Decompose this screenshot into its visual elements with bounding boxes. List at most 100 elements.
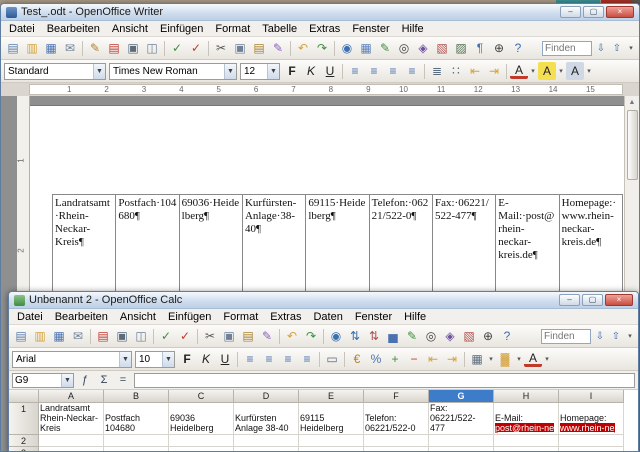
new-document-icon[interactable]: ▤ <box>4 39 22 57</box>
bullet-list-icon[interactable]: ∷ <box>447 62 465 80</box>
font-size-combo[interactable]: 10 ▼ <box>135 351 175 368</box>
spreadsheet-cell[interactable] <box>104 435 169 447</box>
table-icon[interactable]: ▦ <box>357 39 375 57</box>
align-left-icon[interactable]: ≡ <box>346 62 364 80</box>
column-header[interactable]: D <box>234 390 299 403</box>
gallery-icon[interactable]: ▧ <box>460 327 478 345</box>
menu-item[interactable]: Tabelle <box>256 22 303 36</box>
hyperlink-icon[interactable]: ◉ <box>338 39 356 57</box>
menu-item[interactable]: Extras <box>264 310 307 324</box>
open-icon[interactable]: ▥ <box>23 39 41 57</box>
minimize-button[interactable]: – <box>559 294 580 306</box>
align-center-icon[interactable]: ≡ <box>365 62 383 80</box>
scrollbar-thumb[interactable] <box>627 110 638 180</box>
font-color-dropdown[interactable]: ▾ <box>529 62 537 80</box>
decrease-indent-icon[interactable]: ⇤ <box>466 62 484 80</box>
hyperlink-icon[interactable]: ◉ <box>327 327 345 345</box>
menu-item[interactable]: Ansicht <box>114 310 162 324</box>
underline-button[interactable]: U <box>321 62 339 80</box>
spreadsheet-cell[interactable] <box>429 447 494 451</box>
maximize-button[interactable]: ▢ <box>583 6 604 18</box>
find-input[interactable] <box>541 329 591 344</box>
add-decimal-icon[interactable]: + <box>386 350 404 368</box>
close-button[interactable]: × <box>606 6 634 18</box>
spreadsheet-cell[interactable] <box>364 435 429 447</box>
align-right-icon[interactable]: ≡ <box>384 62 402 80</box>
menu-item[interactable]: Fenster <box>346 22 395 36</box>
spreadsheet-cell[interactable] <box>429 435 494 447</box>
spreadsheet-cell[interactable]: Postfach 104680 <box>104 403 169 435</box>
calc-titlebar[interactable]: Unbenannt 2 - OpenOffice Calc – ▢ × <box>9 292 638 309</box>
spreadsheet-cell[interactable]: 69036 Heidelberg <box>169 403 234 435</box>
bold-button[interactable]: F <box>283 62 301 80</box>
sort-ascending-icon[interactable]: ⇅ <box>346 327 364 345</box>
spreadsheet-cell[interactable] <box>559 435 624 447</box>
copy-icon[interactable]: ▣ <box>231 39 249 57</box>
borders-icon[interactable]: ▦ <box>468 350 486 368</box>
chevron-down-icon[interactable]: ▼ <box>61 374 73 387</box>
close-button[interactable]: × <box>605 294 633 306</box>
spreadsheet-cell[interactable]: Telefon: 06221/522-0 <box>364 403 429 435</box>
font-size-combo[interactable]: 12 ▼ <box>240 63 280 80</box>
print-icon[interactable]: ▣ <box>113 327 131 345</box>
export-pdf-icon[interactable]: ▤ <box>105 39 123 57</box>
menu-item[interactable]: Extras <box>303 22 346 36</box>
save-icon[interactable]: ▦ <box>50 327 68 345</box>
menu-item[interactable]: Fenster <box>349 310 398 324</box>
chevron-down-icon[interactable]: ▼ <box>162 352 174 367</box>
cell-hyperlink[interactable]: www.rhein-ne <box>560 423 615 433</box>
chevron-down-icon[interactable]: ▼ <box>224 64 236 79</box>
paste-icon[interactable]: ▤ <box>239 327 257 345</box>
spreadsheet-cell[interactable]: Homepage: www.rhein-ne <box>559 403 624 435</box>
currency-format-icon[interactable]: € <box>348 350 366 368</box>
save-icon[interactable]: ▦ <box>42 39 60 57</box>
decrease-indent-icon[interactable]: ⇤ <box>424 350 442 368</box>
spreadsheet-cell[interactable] <box>559 447 624 451</box>
sort-descending-icon[interactable]: ⇅ <box>365 327 383 345</box>
menu-item[interactable]: Ansicht <box>106 22 154 36</box>
find-replace-icon[interactable]: ◎ <box>422 327 440 345</box>
spreadsheet-cell[interactable] <box>169 447 234 451</box>
spellcheck-icon[interactable]: ✓ <box>168 39 186 57</box>
autospellcheck-icon[interactable]: ✓ <box>187 39 205 57</box>
minimize-button[interactable]: – <box>560 6 581 18</box>
datasources-icon[interactable]: ▨ <box>452 39 470 57</box>
font-name-combo[interactable]: Times New Roman ▼ <box>109 63 237 80</box>
spreadsheet-cell[interactable] <box>234 447 299 451</box>
email-icon[interactable]: ✉ <box>69 327 87 345</box>
background-color-icon[interactable]: A <box>566 62 584 80</box>
select-all-corner[interactable] <box>9 390 39 403</box>
spreadsheet-cell[interactable] <box>39 447 104 451</box>
insert-chart-icon[interactable]: ▅ <box>384 327 402 345</box>
background-color-icon[interactable]: ▓ <box>496 350 514 368</box>
menu-item[interactable]: Daten <box>307 310 348 324</box>
chevron-down-icon[interactable]: ▼ <box>93 64 105 79</box>
italic-button[interactable]: K <box>302 62 320 80</box>
column-header[interactable]: I <box>559 390 624 403</box>
navigator-icon[interactable]: ◈ <box>441 327 459 345</box>
column-header[interactable]: H <box>494 390 559 403</box>
highlighting-dropdown[interactable]: ▾ <box>557 62 565 80</box>
merge-cells-icon[interactable]: ▭ <box>323 350 341 368</box>
page-preview-icon[interactable]: ◫ <box>143 39 161 57</box>
row-header[interactable]: 2 <box>9 435 39 447</box>
chevron-down-icon[interactable]: ▼ <box>119 352 131 367</box>
spreadsheet-cell[interactable] <box>494 435 559 447</box>
row-header[interactable]: 1 <box>9 403 39 435</box>
menu-item[interactable]: Bearbeiten <box>41 22 106 36</box>
spreadsheet-cell[interactable] <box>364 447 429 451</box>
percent-format-icon[interactable]: % <box>367 350 385 368</box>
maximize-button[interactable]: ▢ <box>582 294 603 306</box>
spreadsheet-cell[interactable] <box>104 447 169 451</box>
paste-icon[interactable]: ▤ <box>250 39 268 57</box>
find-previous-icon[interactable]: ⇧ <box>609 328 623 344</box>
copy-icon[interactable]: ▣ <box>220 327 238 345</box>
spreadsheet-cell[interactable] <box>39 435 104 447</box>
cell-reference-input[interactable] <box>13 375 59 386</box>
increase-indent-icon[interactable]: ⇥ <box>443 350 461 368</box>
sum-icon[interactable]: Σ <box>96 373 112 388</box>
spreadsheet-cell[interactable]: E-Mail: post@rhein-ne <box>494 403 559 435</box>
numbered-list-icon[interactable]: ≣ <box>428 62 446 80</box>
email-icon[interactable]: ✉ <box>61 39 79 57</box>
menu-item[interactable]: Format <box>209 22 256 36</box>
